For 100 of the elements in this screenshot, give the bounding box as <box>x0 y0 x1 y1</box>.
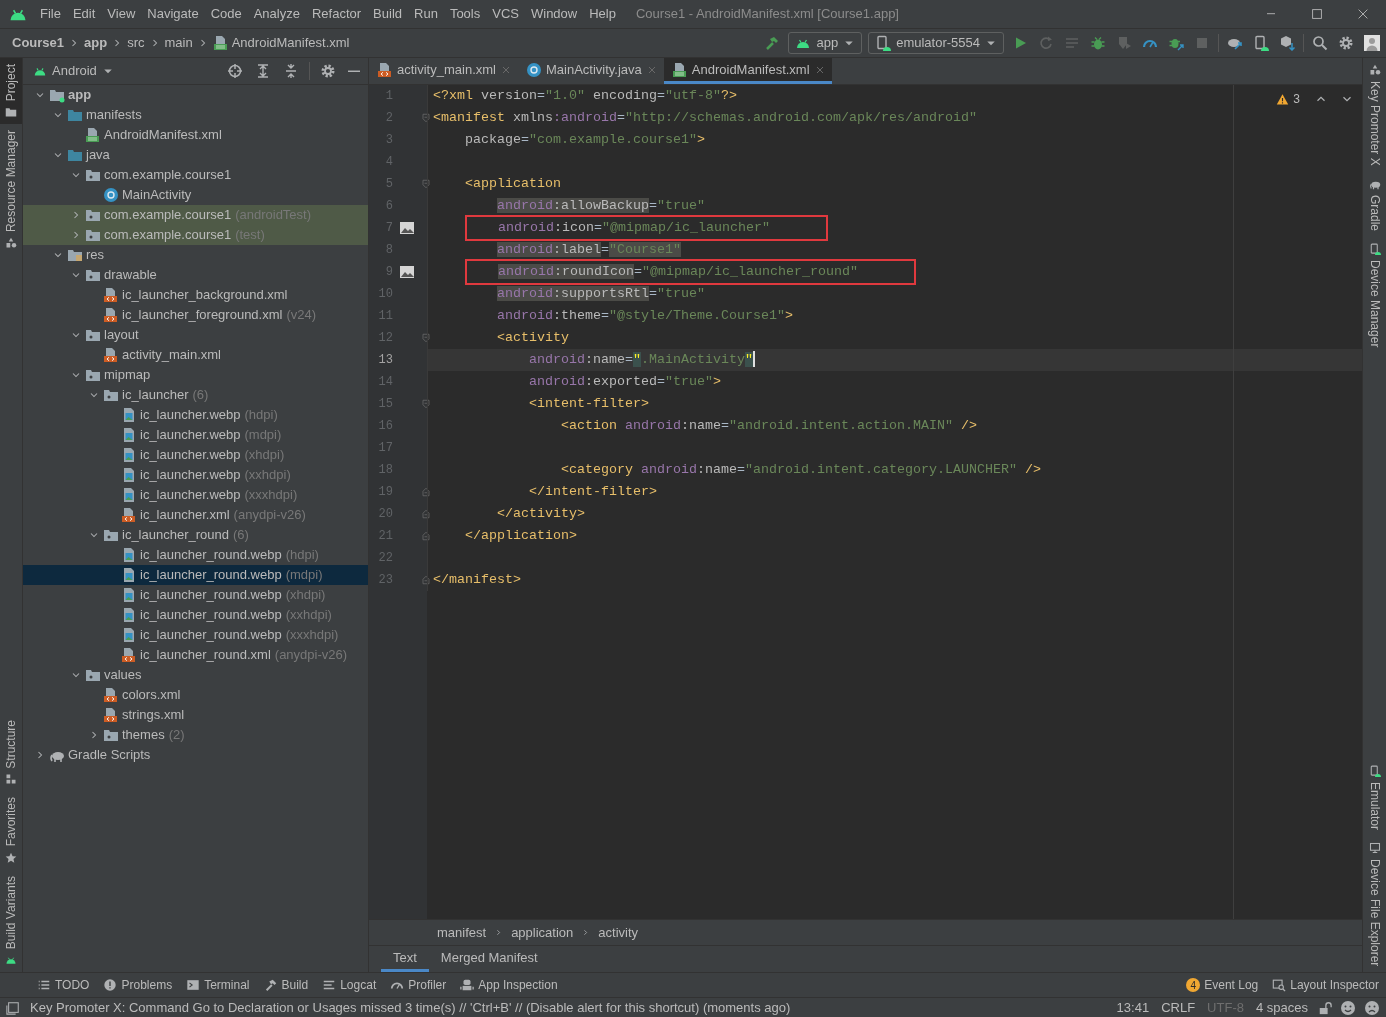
menu-item[interactable]: Edit <box>66 4 102 24</box>
breadcrumb-item[interactable]: AndroidManifest.xml <box>212 33 350 53</box>
menu-item[interactable]: Run <box>408 4 444 24</box>
search-button[interactable] <box>1310 33 1330 53</box>
side-tab[interactable]: Project <box>0 58 22 125</box>
tool-button[interactable]: Logcat <box>315 976 384 994</box>
menu-item[interactable]: View <box>101 4 142 24</box>
menu-item[interactable]: Code <box>204 4 248 24</box>
menu-item[interactable]: Navigate <box>141 4 205 24</box>
editor-tab[interactable]: MainActivity.java <box>517 58 664 84</box>
code-line: </manifest> <box>433 571 521 589</box>
tool-button[interactable]: TODO <box>30 976 97 994</box>
tree-item[interactable]: ic_launcher.webp (xhdpi) <box>23 445 368 465</box>
menu-item[interactable]: Help <box>583 4 622 24</box>
tree-item[interactable]: com.example.course1 <box>23 165 368 185</box>
side-tab[interactable]: Build Variants <box>0 869 22 972</box>
smiley-icon[interactable] <box>1340 999 1356 1016</box>
tree-item[interactable]: values <box>23 665 368 685</box>
side-tab[interactable]: Resource Manager <box>0 124 22 256</box>
lines-icon <box>322 978 337 992</box>
tool-button[interactable]: Terminal <box>179 976 257 994</box>
tree-item[interactable]: ic_launcher (6) <box>23 385 368 405</box>
tool-button[interactable]: Problems <box>96 976 180 994</box>
menu-item[interactable]: Build <box>367 4 408 24</box>
tree-item[interactable]: ic_launcher_round.webp (hdpi) <box>23 545 368 565</box>
locate-button[interactable] <box>225 61 245 81</box>
tree-item[interactable]: ic_launcher_round.webp (mdpi) <box>23 565 368 585</box>
collapse-icon <box>283 63 299 79</box>
tree-item[interactable]: ic_launcher_round.webp (xhdpi) <box>23 585 368 605</box>
code-line: android:roundIcon="@mipmap/ic_launcher_round" <box>498 264 858 279</box>
warning-icon <box>1276 92 1290 106</box>
tree-item[interactable]: ic_launcher.xml (anydpi-v26) <box>23 505 368 525</box>
fold-icon <box>420 486 432 498</box>
view-tab[interactable]: Text <box>381 946 429 972</box>
path-item[interactable]: application <box>511 922 574 943</box>
fold-icon <box>420 530 432 542</box>
fold-icon <box>420 574 432 586</box>
status-item[interactable]: CRLF <box>1159 997 1198 1017</box>
menu-item[interactable]: File <box>34 4 67 24</box>
tree-item[interactable]: drawable <box>23 265 368 285</box>
frown-icon[interactable] <box>1364 999 1380 1016</box>
menu-item[interactable]: Tools <box>443 4 487 24</box>
tree-item[interactable]: ic_launcher_round.webp (xxhdpi) <box>23 605 368 625</box>
tool-button[interactable]: 4 Event Log <box>1179 976 1266 994</box>
breadcrumb-item[interactable]: app <box>84 33 108 53</box>
tree-item[interactable]: res <box>23 245 368 265</box>
tree-item[interactable]: themes (2) <box>23 725 368 745</box>
side-tab[interactable]: Structure <box>0 713 22 792</box>
tree-item[interactable]: ic_launcher.webp (xxxhdpi) <box>23 485 368 505</box>
side-tab[interactable]: Key Promoter X <box>1363 58 1386 172</box>
side-tab[interactable]: Device Manager <box>1363 236 1386 354</box>
path-item[interactable]: manifest <box>437 922 487 943</box>
tree-item[interactable]: MainActivity <box>23 185 368 205</box>
image-icon <box>399 220 415 236</box>
lock-icon[interactable] <box>1318 1000 1332 1015</box>
editor-tab[interactable]: activity_main.xml <box>369 58 518 84</box>
tree-item[interactable]: layout <box>23 325 368 345</box>
side-tab[interactable]: Emulator <box>1363 758 1386 836</box>
path-item[interactable]: activity <box>598 922 639 943</box>
tree-item[interactable]: colors.xml <box>23 685 368 705</box>
tree-item[interactable]: ic_launcher_foreground.xml (v24) <box>23 305 368 325</box>
side-tab[interactable]: Device File Explorer <box>1363 835 1386 972</box>
status-item[interactable]: 13:41 <box>1114 997 1152 1017</box>
avatar-button[interactable] <box>1362 33 1382 53</box>
view-selector[interactable]: Android <box>33 61 114 81</box>
side-tab[interactable]: Favorites <box>0 791 22 870</box>
tree-item[interactable]: activity_main.xml <box>23 345 368 365</box>
tool-button[interactable]: Build <box>256 976 316 994</box>
tree-item[interactable]: ic_launcher_round.xml (anydpi-v26) <box>23 645 368 665</box>
tree-item[interactable]: ic_launcher_round.webp (xxxhdpi) <box>23 625 368 645</box>
tree-item[interactable]: AndroidManifest.xml <box>23 125 368 145</box>
device-dropdown[interactable]: emulator-5554 <box>868 32 1004 54</box>
tree-item[interactable]: Gradle Scripts <box>23 745 368 765</box>
menu-item[interactable]: Analyze <box>247 4 306 24</box>
view-tab[interactable]: Merged Manifest <box>428 946 550 972</box>
breadcrumb-item[interactable]: main <box>164 33 193 53</box>
code-line: <activity <box>497 329 569 347</box>
run-config-dropdown[interactable]: app <box>788 32 863 54</box>
side-tab[interactable]: Gradle <box>1363 171 1386 237</box>
window-title: Course1 - AndroidManifest.xml [Course1.app] <box>635 5 899 24</box>
tree-item[interactable]: ic_launcher_background.xml <box>23 285 368 305</box>
breadcrumb-item[interactable]: Course1 <box>12 33 65 53</box>
tree-item[interactable]: manifests <box>23 105 368 125</box>
status-item[interactable]: 4 spaces <box>1253 997 1310 1017</box>
tool-button[interactable]: Layout Inspector <box>1265 976 1386 994</box>
tree-item[interactable]: strings.xml <box>23 705 368 725</box>
tool-button[interactable]: App Inspection <box>453 976 565 994</box>
menu-item[interactable]: Window <box>524 4 584 24</box>
tool-button[interactable]: Profiler <box>383 976 454 994</box>
tree-item[interactable]: ic_launcher.webp (mdpi) <box>23 425 368 445</box>
breadcrumb-item[interactable]: src <box>127 33 145 53</box>
editor-tab[interactable]: AndroidManifest.xml <box>663 58 832 84</box>
tree-item[interactable]: app <box>23 85 368 105</box>
menu-item[interactable]: Refactor <box>305 4 368 24</box>
tree-item[interactable]: ic_launcher_round (6) <box>23 525 368 545</box>
tree-item[interactable]: mipmap <box>23 365 368 385</box>
tree-item[interactable]: ic_launcher.webp (hdpi) <box>23 405 368 425</box>
menu-item[interactable]: VCS <box>486 4 525 24</box>
tree-item[interactable]: ic_launcher.webp (xxhdpi) <box>23 465 368 485</box>
tree-item[interactable]: java <box>23 145 368 165</box>
